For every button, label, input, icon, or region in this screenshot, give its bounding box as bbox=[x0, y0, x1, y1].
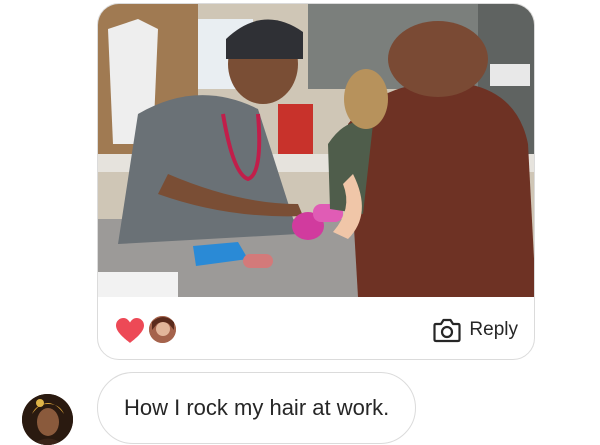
sender-avatar[interactable] bbox=[22, 394, 73, 445]
reply-button[interactable]: Reply bbox=[433, 315, 518, 345]
message-bubble[interactable]: How I rock my hair at work. bbox=[97, 372, 417, 444]
clinic-photo bbox=[98, 4, 534, 297]
reply-label: Reply bbox=[469, 319, 518, 340]
camera-icon bbox=[433, 318, 462, 343]
reactor-avatar-image bbox=[149, 316, 176, 343]
shared-post-card[interactable]: Reply bbox=[97, 3, 535, 360]
reactor-avatar[interactable] bbox=[149, 316, 176, 343]
sender-avatar-image bbox=[22, 394, 73, 445]
post-image[interactable] bbox=[98, 4, 534, 297]
heart-icon[interactable] bbox=[115, 317, 145, 344]
post-footer: Reply bbox=[98, 297, 534, 359]
message-text: How I rock my hair at work. bbox=[124, 395, 390, 420]
